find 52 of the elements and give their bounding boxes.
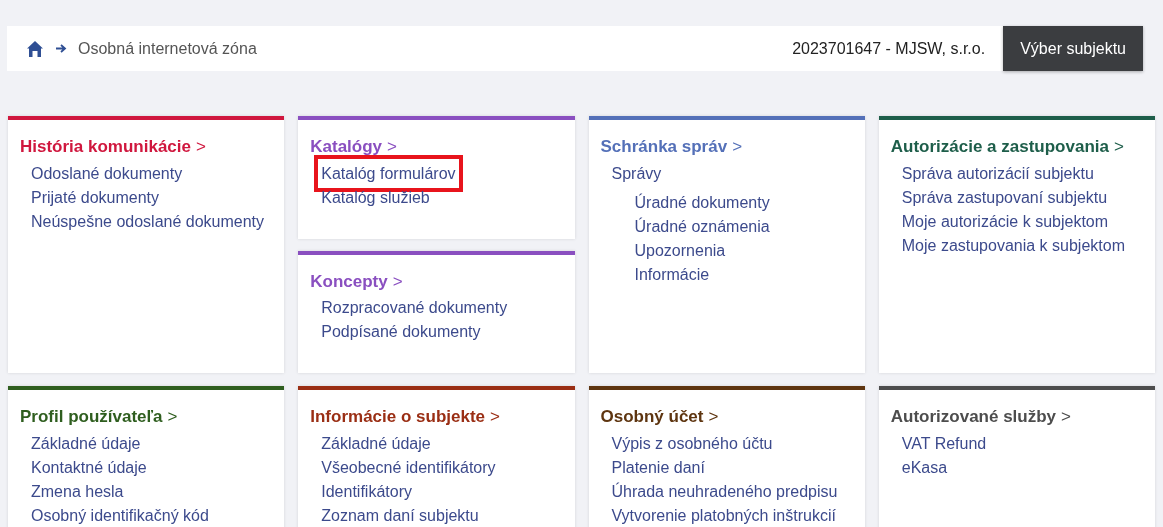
card-title-link[interactable]: Informácie o subjekte bbox=[310, 404, 486, 430]
menu-link[interactable]: Neúspešne odoslané dokumenty bbox=[31, 209, 265, 233]
menu-link[interactable]: eKasa bbox=[901, 455, 948, 479]
menu-link[interactable]: Všeobecné identifikátory bbox=[321, 455, 496, 479]
chevron-icon: > bbox=[1061, 404, 1071, 430]
menu-link[interactable]: Moje autorizácie k subjektom bbox=[901, 209, 1109, 233]
menu-link[interactable]: Odoslané dokumenty bbox=[31, 161, 183, 185]
chevron-icon: > bbox=[387, 134, 397, 160]
arrow-right-icon bbox=[56, 44, 67, 53]
card-title-link[interactable]: Katalógy bbox=[310, 134, 383, 160]
menu-link[interactable]: Výpis z osobného účtu bbox=[611, 431, 773, 455]
subject-name: 2023701647 - MJSW, s.r.o. bbox=[792, 38, 986, 59]
menu-link[interactable]: Základné údaje bbox=[31, 431, 141, 455]
home-icon[interactable] bbox=[26, 39, 44, 58]
menu-link[interactable]: Informácie bbox=[634, 262, 710, 286]
chevron-icon: > bbox=[196, 134, 206, 160]
card-title-link[interactable]: Autorizované služby bbox=[890, 404, 1057, 430]
select-subject-button[interactable]: Výber subjektu bbox=[1003, 26, 1143, 71]
menu-link[interactable]: Úhrada neuhradeného predpisu bbox=[611, 479, 838, 503]
menu-link[interactable]: VAT Refund bbox=[901, 431, 987, 455]
menu-link[interactable]: Moje zastupovania k subjektom bbox=[901, 233, 1125, 257]
menu-link[interactable]: Správa autorizácií subjektu bbox=[901, 161, 1094, 185]
menu-link[interactable]: Správa zastupovaní subjektu bbox=[901, 185, 1108, 209]
menu-link[interactable]: Platenie daní bbox=[611, 455, 705, 479]
menu-link[interactable]: Identifikátory bbox=[321, 479, 412, 503]
breadcrumb-text: Osobná internetová zóna bbox=[78, 38, 257, 59]
menu-link[interactable]: Upozornenia bbox=[634, 238, 726, 262]
chevron-icon: > bbox=[490, 404, 500, 430]
card-title-link[interactable]: Schránka správ bbox=[600, 134, 728, 160]
menu-link[interactable]: Prijaté dokumenty bbox=[31, 185, 160, 209]
menu-link[interactable]: Vytvorenie platobných inštrukcií bbox=[611, 503, 836, 527]
menu-link[interactable]: Osobný identifikačný kód bbox=[31, 503, 209, 527]
chevron-icon: > bbox=[392, 268, 403, 294]
menu-link[interactable]: Rozpracované dokumenty bbox=[321, 296, 508, 319]
card-title-link[interactable]: Koncepty bbox=[310, 268, 388, 294]
card-title-link[interactable]: Profil používateľa bbox=[20, 404, 163, 430]
chevron-icon: > bbox=[708, 404, 719, 430]
menu-link[interactable]: Základné údaje bbox=[321, 431, 431, 455]
menu-link[interactable]: Zoznam daní subjektu bbox=[321, 503, 479, 527]
chevron-icon: > bbox=[167, 404, 178, 430]
card-title-link[interactable]: Autorizácie a zastupovania bbox=[890, 134, 1109, 160]
menu-link[interactable]: Katalóg služieb bbox=[321, 185, 430, 209]
card-title-link[interactable]: Osobný účet bbox=[600, 404, 704, 430]
menu-link[interactable]: Zmena hesla bbox=[31, 479, 124, 503]
card-title-link[interactable]: História komunikácie bbox=[20, 134, 191, 160]
chevron-icon: > bbox=[1114, 134, 1124, 160]
chevron-icon: > bbox=[732, 134, 743, 160]
menu-link[interactable]: Podpísané dokumenty bbox=[321, 320, 481, 343]
menu-link[interactable]: Správy bbox=[611, 161, 662, 185]
menu-link[interactable]: Kontaktné údaje bbox=[31, 455, 147, 479]
menu-link[interactable]: Úradné dokumenty bbox=[634, 190, 770, 214]
menu-link[interactable]: Úradné oznámenia bbox=[634, 214, 770, 238]
